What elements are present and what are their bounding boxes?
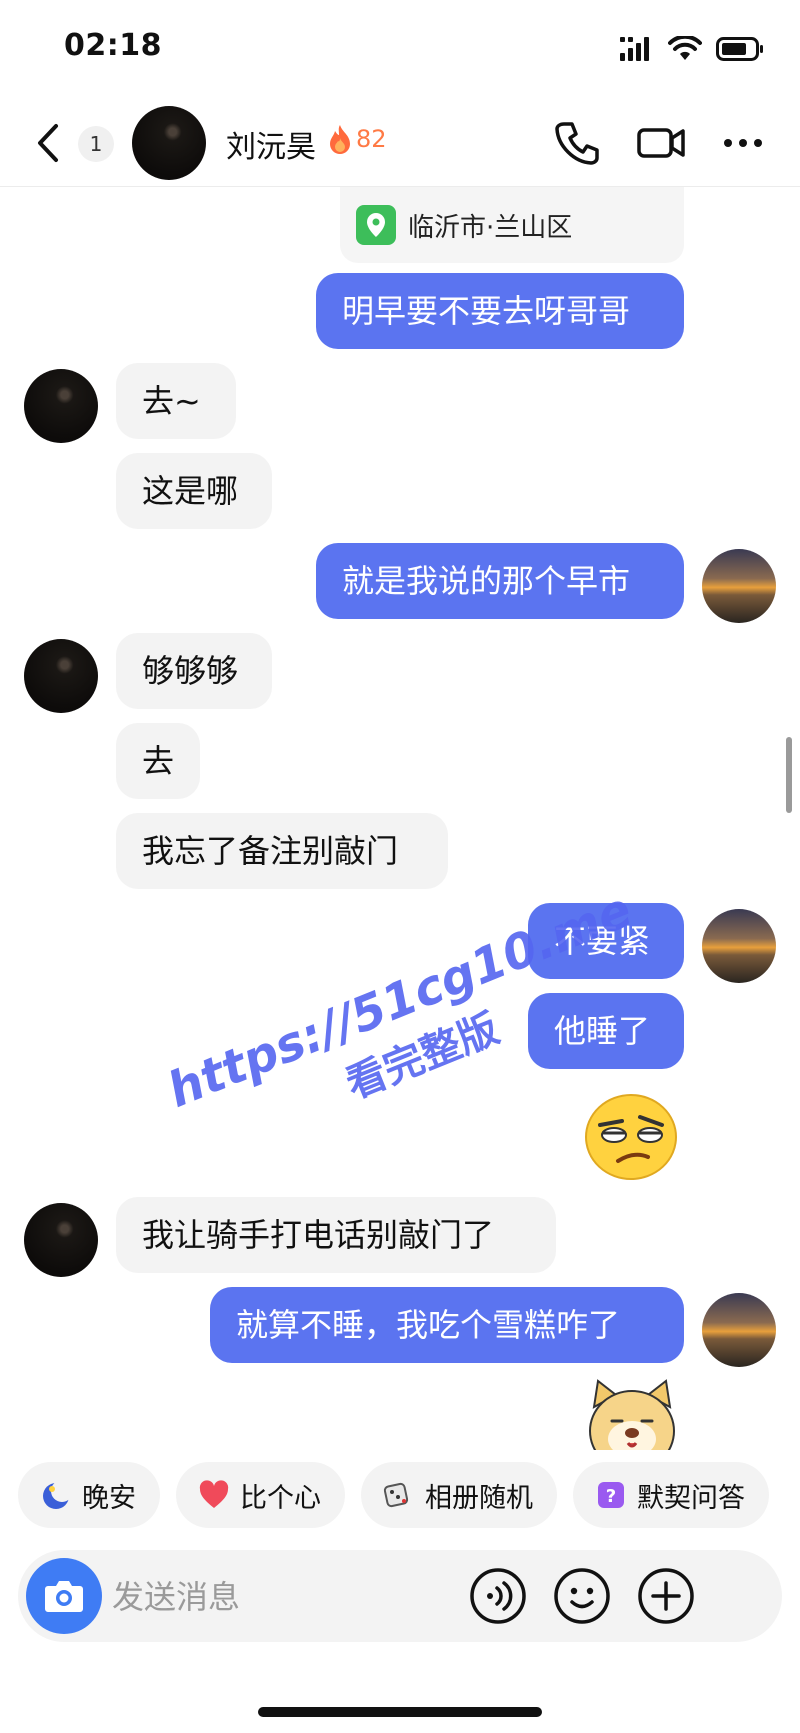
my-avatar[interactable]	[702, 549, 776, 623]
status-icons	[620, 36, 764, 62]
camera-button[interactable]	[26, 1558, 102, 1634]
svg-text:?: ?	[606, 1486, 616, 1507]
message-bubble[interactable]: 明早要不要去呀哥哥	[316, 273, 684, 349]
question-icon: ?	[598, 1482, 624, 1508]
chat-header: 1 刘沅昊 82	[0, 100, 800, 187]
streak-count: 82	[356, 125, 387, 153]
my-avatar[interactable]	[702, 909, 776, 983]
video-call-button[interactable]	[636, 118, 686, 168]
message-bubble[interactable]: 这是哪	[116, 453, 272, 529]
status-bar: 02:18	[0, 0, 800, 100]
unread-badge[interactable]: 1	[78, 126, 114, 162]
home-indicator[interactable]	[258, 1707, 542, 1717]
my-avatar[interactable]	[702, 1293, 776, 1367]
quick-reply-quiz[interactable]: ? 默契问答	[573, 1462, 769, 1528]
streak-indicator: 82	[328, 124, 387, 154]
contact-avatar[interactable]	[24, 369, 98, 443]
fire-icon	[330, 125, 350, 154]
camera-icon	[45, 1581, 83, 1612]
emoji-button[interactable]	[552, 1566, 612, 1626]
wifi-icon	[668, 36, 702, 60]
chip-label: 默契问答	[637, 1482, 745, 1514]
dice-icon	[383, 1482, 409, 1508]
contact-name[interactable]: 刘沅昊	[226, 122, 316, 166]
heart-icon	[199, 1480, 229, 1508]
quick-reply-random-album[interactable]: 相册随机	[361, 1462, 557, 1528]
message-bubble[interactable]: 我忘了备注别敲门	[116, 813, 448, 889]
moon-icon	[43, 1480, 72, 1509]
status-time: 02:18	[64, 28, 162, 63]
dog-emoji-sticker[interactable]	[584, 1377, 680, 1450]
contact-avatar[interactable]	[24, 1203, 98, 1277]
composer-bar	[18, 1550, 782, 1642]
contact-avatar[interactable]	[132, 106, 206, 180]
message-bubble[interactable]: 去	[116, 723, 200, 799]
chip-label: 比个心	[240, 1482, 321, 1514]
voice-call-button[interactable]	[552, 118, 602, 168]
add-attachment-button[interactable]	[636, 1566, 696, 1626]
message-bubble[interactable]: 去~	[116, 363, 236, 439]
location-card[interactable]: 临沂市·兰山区	[340, 187, 684, 263]
voice-input-button[interactable]	[468, 1566, 528, 1626]
more-options-button[interactable]	[718, 118, 768, 168]
chip-label: 相册随机	[425, 1482, 533, 1514]
chip-label: 晚安	[82, 1482, 136, 1514]
quick-reply-goodnight[interactable]: 晚安	[18, 1462, 160, 1528]
message-input[interactable]	[110, 1570, 414, 1624]
quick-reply-heart[interactable]: 比个心	[176, 1462, 345, 1528]
contact-avatar[interactable]	[24, 639, 98, 713]
message-bubble[interactable]: 就是我说的那个早市	[316, 543, 684, 619]
smirk-emoji-sticker[interactable]	[582, 1091, 680, 1181]
message-bubble[interactable]: 够够够	[116, 633, 272, 709]
map-pin-icon	[356, 205, 396, 245]
message-list[interactable]: 临沂市·兰山区 明早要不要去呀哥哥 去~ 这是哪 就是我说的那个早市 够够够 去…	[0, 187, 800, 1450]
cellular-signal-icon	[620, 37, 649, 61]
quick-reply-bar: 晚安 比个心 相册随机 ? 默契问答	[18, 1462, 800, 1530]
message-bubble[interactable]: 就算不睡，我吃个雪糕咋了	[210, 1287, 684, 1363]
scrollbar[interactable]	[786, 737, 792, 813]
message-bubble[interactable]: 我让骑手打电话别敲门了	[116, 1197, 556, 1273]
battery-icon	[716, 37, 763, 61]
location-label: 临沂市·兰山区	[408, 212, 573, 243]
back-button[interactable]	[30, 120, 70, 166]
